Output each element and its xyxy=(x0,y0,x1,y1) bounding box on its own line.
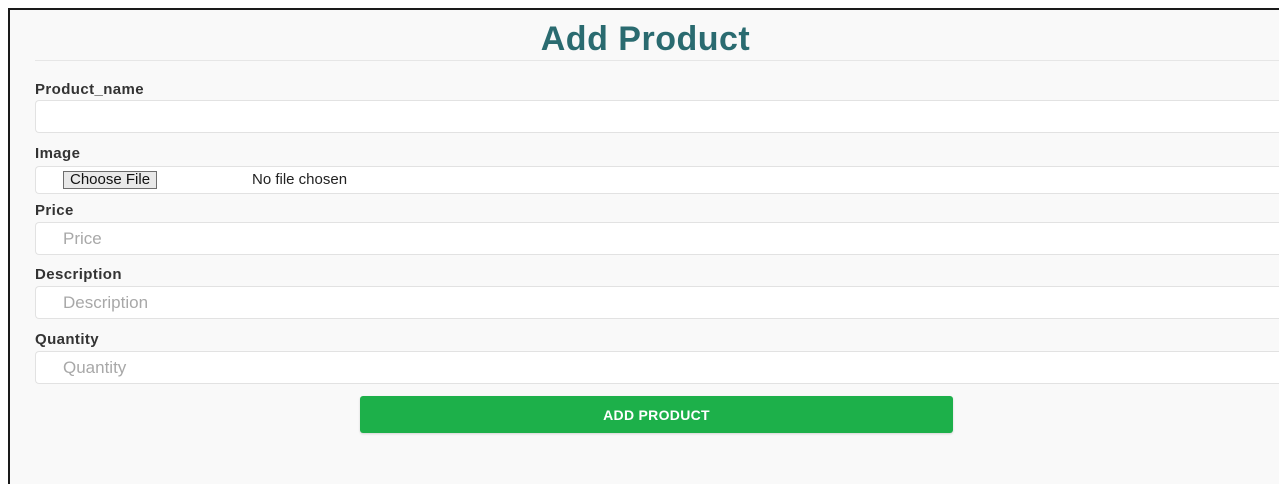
image-file-input[interactable]: Choose File No file chosen xyxy=(35,166,1279,194)
add-product-form: Add Product Product_name Image Choose Fi… xyxy=(8,8,1279,484)
product-name-input[interactable] xyxy=(35,100,1279,133)
quantity-input[interactable] xyxy=(35,351,1279,384)
choose-file-button[interactable]: Choose File xyxy=(63,171,158,189)
quantity-label: Quantity xyxy=(35,331,100,348)
product-name-label: Product_name xyxy=(35,81,144,98)
price-input[interactable] xyxy=(35,222,1279,255)
title-divider xyxy=(35,60,1279,61)
add-product-button[interactable]: ADD PRODUCT xyxy=(360,396,953,433)
image-label: Image xyxy=(35,145,81,162)
description-input[interactable] xyxy=(35,286,1279,319)
description-label: Description xyxy=(35,266,122,283)
price-label: Price xyxy=(35,202,74,219)
page-title: Add Product xyxy=(540,20,751,58)
file-status-text: No file chosen xyxy=(252,171,348,188)
